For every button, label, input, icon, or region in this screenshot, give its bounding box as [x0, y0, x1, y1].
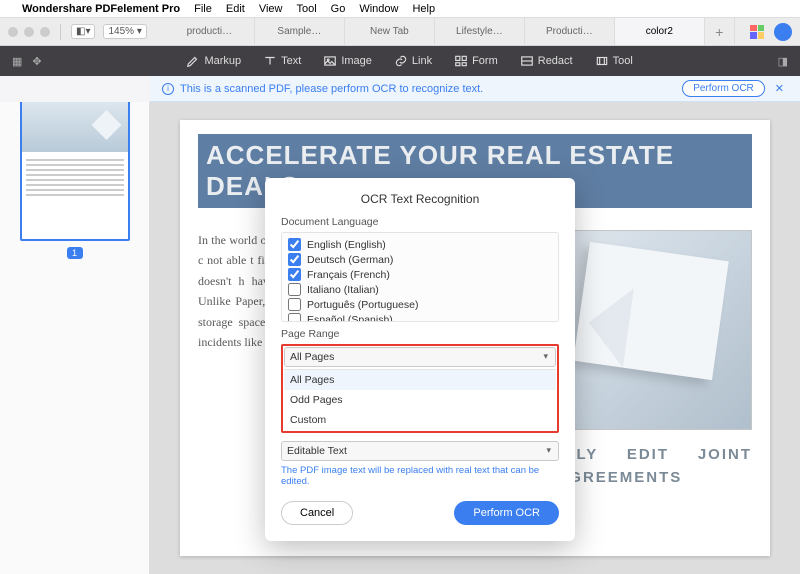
language-label: Document Language: [281, 216, 559, 228]
range-option-all[interactable]: All Pages: [284, 370, 556, 390]
mac-menubar: Wondershare PDFelement Pro File Edit Vie…: [0, 0, 800, 18]
menubar-tool[interactable]: Tool: [296, 3, 316, 15]
page-range-highlight: All Pages All Pages Odd Pages Custom: [281, 344, 559, 433]
lang-french[interactable]: Français (French): [288, 267, 552, 282]
output-help-text: The PDF image text will be replaced with…: [281, 465, 559, 487]
modal-title: OCR Text Recognition: [281, 192, 559, 206]
lang-german[interactable]: Deutsch (German): [288, 252, 552, 267]
lang-italian[interactable]: Italiano (Italian): [288, 282, 552, 297]
page-range-select[interactable]: All Pages: [284, 347, 556, 367]
menubar-file[interactable]: File: [194, 3, 212, 15]
page-range-label: Page Range: [281, 328, 559, 340]
lang-spanish[interactable]: Español (Spanish): [288, 312, 552, 322]
cancel-button[interactable]: Cancel: [281, 501, 353, 525]
menubar-help[interactable]: Help: [412, 3, 435, 15]
lang-english[interactable]: English (English): [288, 237, 552, 252]
perform-ocr-button[interactable]: Perform OCR: [454, 501, 559, 525]
menubar-window[interactable]: Window: [359, 3, 398, 15]
menubar-edit[interactable]: Edit: [226, 3, 245, 15]
modal-backdrop: OCR Text Recognition Document Language E…: [0, 18, 800, 574]
page-range-dropdown: All Pages Odd Pages Custom: [284, 369, 556, 430]
language-list[interactable]: English (English) Deutsch (German) Franç…: [281, 232, 559, 322]
lang-portuguese[interactable]: Português (Portuguese): [288, 297, 552, 312]
range-option-custom[interactable]: Custom: [284, 410, 556, 430]
output-type-select[interactable]: Editable Text: [281, 441, 559, 461]
menubar-view[interactable]: View: [259, 3, 283, 15]
ocr-modal: OCR Text Recognition Document Language E…: [265, 178, 575, 541]
range-option-odd[interactable]: Odd Pages: [284, 390, 556, 410]
menubar-go[interactable]: Go: [331, 3, 346, 15]
app-window: ◧▾ 145% ▾ producti… Sample… New Tab Life…: [0, 18, 800, 574]
menubar-app-name[interactable]: Wondershare PDFelement Pro: [22, 3, 180, 15]
